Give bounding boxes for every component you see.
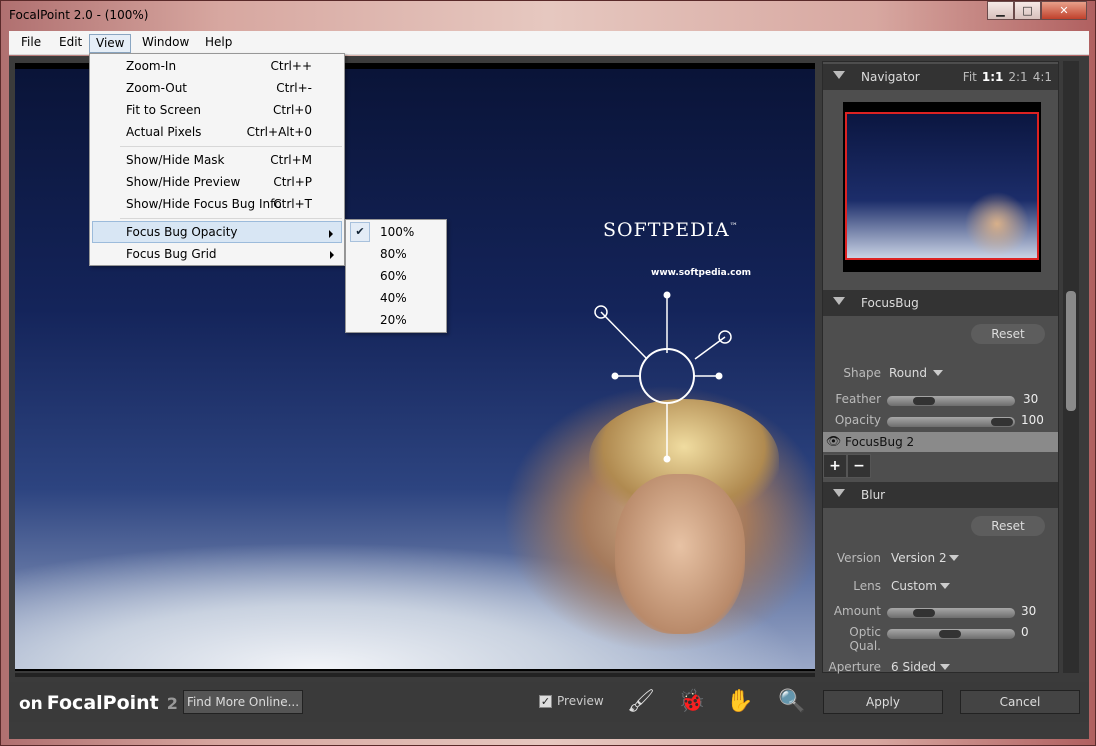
window-title: FocalPoint 2.0 - (100%) xyxy=(9,8,149,22)
focusbug-reset-button[interactable]: Reset xyxy=(971,324,1045,344)
collapse-icon xyxy=(833,71,845,79)
zoom-fit-button[interactable]: Fit xyxy=(963,70,977,84)
navigator-viewport[interactable] xyxy=(845,112,1039,260)
shape-label: Shape xyxy=(843,366,881,380)
focusbug-header[interactable]: FocusBug xyxy=(823,290,1058,316)
brand-logo: on FocalPoint 2 xyxy=(19,692,178,714)
focusbug-title: FocusBug xyxy=(861,296,919,310)
aperture-label: Aperture xyxy=(828,660,881,674)
brush-icon[interactable]: 🖌 xyxy=(626,688,656,716)
optic-slider[interactable] xyxy=(887,629,1015,639)
checkmark-icon: ✔ xyxy=(350,222,370,242)
blur-reset-button[interactable]: Reset xyxy=(971,516,1045,536)
slider-knob[interactable] xyxy=(913,609,935,617)
menu-item-show-hide-mask[interactable]: Show/Hide Mask Ctrl+M xyxy=(92,149,342,171)
zoom-1-1-button[interactable]: 1:1 xyxy=(982,70,1004,84)
optic-label: Optic Qual. xyxy=(849,625,881,653)
preview-checkbox[interactable]: ✓ xyxy=(539,695,552,708)
shape-value[interactable]: Round xyxy=(889,366,927,380)
app-window: FocalPoint 2.0 - (100%) ▁ □ ✕ File Edit … xyxy=(0,0,1096,746)
slider-knob[interactable] xyxy=(939,630,961,638)
focusbug-name: FocusBug 2 xyxy=(845,435,915,449)
chevron-down-icon[interactable] xyxy=(949,555,959,561)
menu-item-zoom-in[interactable]: Zoom-In Ctrl++ xyxy=(92,55,342,77)
chevron-down-icon[interactable] xyxy=(940,583,950,589)
feather-value: 30 xyxy=(1023,392,1039,406)
collapse-icon xyxy=(833,489,845,497)
feather-label: Feather xyxy=(835,392,881,406)
close-button[interactable]: ✕ xyxy=(1041,1,1087,20)
title-bar[interactable]: FocalPoint 2.0 - (100%) ▁ □ ✕ xyxy=(1,1,1095,30)
submenu-arrow-icon xyxy=(330,251,334,259)
menu-edit[interactable]: Edit xyxy=(53,34,88,53)
menu-file[interactable]: File xyxy=(15,34,47,53)
opacity-submenu: ✔ 100% 80% 60% 40% 20% xyxy=(345,219,447,333)
scrollbar-thumb[interactable] xyxy=(1066,291,1076,411)
opacity-option-20[interactable]: 20% xyxy=(348,309,444,331)
cancel-button[interactable]: Cancel xyxy=(960,690,1080,714)
lens-value[interactable]: Custom xyxy=(891,579,937,593)
slider-knob[interactable] xyxy=(991,418,1013,426)
amount-label: Amount xyxy=(833,604,881,618)
menu-view[interactable]: View xyxy=(89,34,132,53)
navigator-preview[interactable] xyxy=(843,102,1041,272)
navigator-title: Navigator xyxy=(861,70,920,84)
zoom-icon[interactable]: 🔍 xyxy=(777,688,807,716)
version-label: Version xyxy=(836,551,881,565)
hand-icon[interactable]: ✋ xyxy=(725,688,755,716)
add-focusbug-button[interactable]: + xyxy=(823,454,847,478)
opacity-label: Opacity xyxy=(834,413,881,427)
opacity-option-40[interactable]: 40% xyxy=(348,287,444,309)
opacity-option-80[interactable]: 80% xyxy=(348,243,444,265)
menu-help[interactable]: Help xyxy=(199,34,238,53)
opacity-option-60[interactable]: 60% xyxy=(348,265,444,287)
preview-label: Preview xyxy=(557,694,604,708)
view-menu-dropdown: Zoom-In Ctrl++ Zoom-Out Ctrl+- Fit to Scre… xyxy=(89,53,345,266)
menu-item-focus-bug-grid[interactable]: Focus Bug Grid xyxy=(92,243,342,265)
collapse-icon xyxy=(833,297,845,305)
zoom-4-1-button[interactable]: 4:1 xyxy=(1033,70,1052,84)
opacity-option-100[interactable]: ✔ 100% xyxy=(348,221,444,243)
slider-knob[interactable] xyxy=(913,397,935,405)
amount-slider[interactable] xyxy=(887,608,1015,618)
optic-value: 0 xyxy=(1021,625,1029,639)
menu-item-focus-bug-opacity[interactable]: Focus Bug Opacity xyxy=(92,221,342,243)
focusbug-list-item[interactable]: 👁 FocusBug 2 xyxy=(823,432,1058,452)
aperture-value[interactable]: 6 Sided xyxy=(891,660,936,674)
blur-title: Blur xyxy=(861,488,886,502)
menu-item-fit-to-screen[interactable]: Fit to Screen Ctrl+0 xyxy=(92,99,342,121)
version-value[interactable]: Version 2 xyxy=(891,551,947,565)
bottom-toolbar: on FocalPoint 2 Find More Online... ✓ Prev… xyxy=(9,682,1089,722)
focusbug-tool-icon[interactable]: 🐞 xyxy=(677,688,707,716)
side-panel: Navigator Fit 1:1 2:1 4:1 FocusBug Reset… xyxy=(822,61,1059,674)
menu-bar: File Edit View Window Help xyxy=(9,31,1089,55)
menu-separator xyxy=(120,218,342,219)
canvas-scrollbar[interactable] xyxy=(15,673,815,677)
amount-value: 30 xyxy=(1021,604,1037,618)
navigator-header[interactable]: Navigator Fit 1:1 2:1 4:1 xyxy=(823,64,1058,90)
chevron-down-icon[interactable] xyxy=(933,370,943,376)
eye-icon[interactable]: 👁 xyxy=(826,434,841,448)
menu-separator xyxy=(120,146,342,147)
menu-window[interactable]: Window xyxy=(136,34,195,53)
submenu-arrow-icon xyxy=(329,230,333,238)
remove-focusbug-button[interactable]: − xyxy=(847,454,871,478)
opacity-slider[interactable] xyxy=(887,417,1015,427)
opacity-value: 100 xyxy=(1021,413,1044,427)
find-more-online-button[interactable]: Find More Online... xyxy=(183,690,303,714)
panel-scrollbar[interactable] xyxy=(1063,61,1079,673)
minimize-button[interactable]: ▁ xyxy=(987,1,1014,20)
apply-button[interactable]: Apply xyxy=(823,690,943,714)
menu-item-zoom-out[interactable]: Zoom-Out Ctrl+- xyxy=(92,77,342,99)
maximize-button[interactable]: □ xyxy=(1014,1,1041,20)
feather-slider[interactable] xyxy=(887,396,1015,406)
zoom-2-1-button[interactable]: 2:1 xyxy=(1008,70,1027,84)
blur-header[interactable]: Blur xyxy=(823,482,1058,508)
menu-item-show-hide-focus-bug-info[interactable]: Show/Hide Focus Bug Info Ctrl+T xyxy=(92,193,342,215)
menu-item-show-hide-preview[interactable]: Show/Hide Preview Ctrl+P xyxy=(92,171,342,193)
chevron-down-icon[interactable] xyxy=(940,664,950,670)
lens-label: Lens xyxy=(853,579,881,593)
menu-item-actual-pixels[interactable]: Actual Pixels Ctrl+Alt+0 xyxy=(92,121,342,143)
